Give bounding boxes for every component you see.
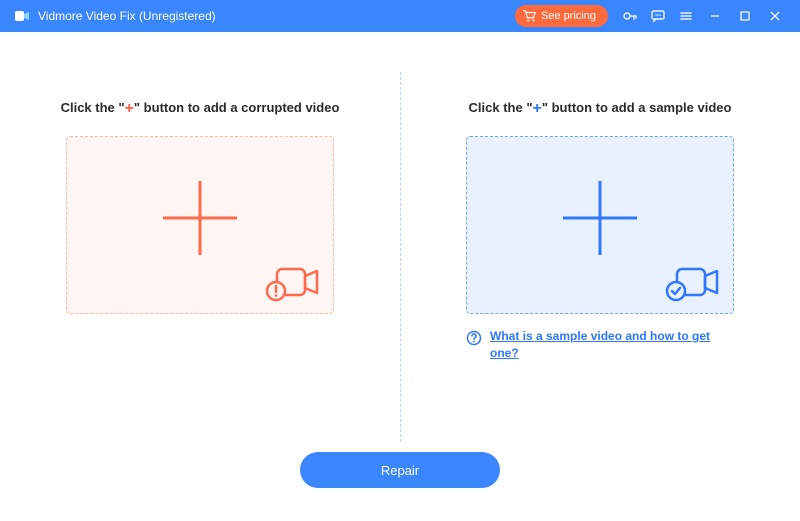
sample-video-help-link[interactable]: What is a sample video and how to get on… xyxy=(490,328,734,362)
help-icon xyxy=(466,330,482,346)
cart-icon xyxy=(523,9,537,23)
maximize-button[interactable] xyxy=(730,0,760,32)
minimize-button[interactable] xyxy=(700,0,730,32)
repair-label: Repair xyxy=(381,463,419,478)
titlebar: Vidmore Video Fix (Unregistered) See pri… xyxy=(0,0,800,32)
menu-icon[interactable] xyxy=(672,0,700,32)
footer: Repair xyxy=(0,452,800,521)
add-sample-video-dropzone[interactable] xyxy=(466,136,734,314)
plus-icon xyxy=(157,175,243,261)
help-row: What is a sample video and how to get on… xyxy=(466,328,734,362)
camera-check-icon xyxy=(663,261,721,303)
plus-icon-inline-blue: + xyxy=(533,100,542,117)
repair-button[interactable]: Repair xyxy=(300,452,500,488)
main-content: Click the "+" button to add a corrupted … xyxy=(0,32,800,452)
left-panel: Click the "+" button to add a corrupted … xyxy=(0,52,400,452)
left-instruction: Click the "+" button to add a corrupted … xyxy=(61,100,340,118)
close-button[interactable] xyxy=(760,0,790,32)
vertical-divider xyxy=(400,72,401,442)
see-pricing-button[interactable]: See pricing xyxy=(515,5,608,27)
app-title: Vidmore Video Fix (Unregistered) xyxy=(38,9,216,23)
camera-error-icon xyxy=(263,261,321,303)
plus-icon xyxy=(557,175,643,261)
plus-icon-inline-red: + xyxy=(125,100,134,117)
app-logo-icon xyxy=(14,8,30,24)
add-corrupted-video-dropzone[interactable] xyxy=(66,136,334,314)
feedback-icon[interactable] xyxy=(644,0,672,32)
see-pricing-label: See pricing xyxy=(541,10,596,22)
right-panel: Click the "+" button to add a sample vid… xyxy=(400,52,800,452)
key-icon[interactable] xyxy=(616,0,644,32)
right-instruction: Click the "+" button to add a sample vid… xyxy=(469,100,732,118)
